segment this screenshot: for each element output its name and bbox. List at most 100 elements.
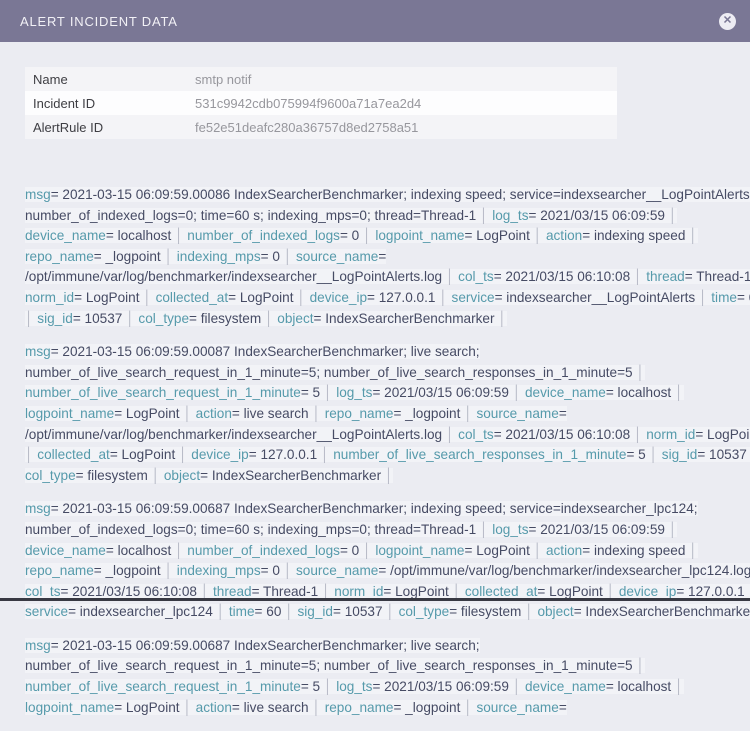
log-separator: │ [281,604,297,619]
log-key: device_name [525,679,606,694]
log-value: = 127.0.0.1 [676,584,744,599]
log-key: logpoint_name [25,406,114,421]
log-separator: │ [161,249,177,264]
log-separator: │ [280,249,296,264]
log-key: log_ts [336,679,372,694]
log-key: logpoint_name [375,228,464,243]
log-value: = 2021/03/15 06:10:08 [61,584,197,599]
log-key: object [277,311,313,326]
log-value: = 5 [626,447,645,462]
log-entries: msg= 2021-03-15 06:09:59.00086 IndexSear… [25,185,750,731]
log-value: = 0 [340,228,359,243]
log-value: = 0 [340,543,359,558]
log-key: repo_name [325,700,394,715]
close-icon: ✕ [723,15,732,26]
log-key: repo_name [25,563,94,578]
row-value: 531c9942cdb075994f9600a71a7ea2d4 [195,96,421,111]
log-value: = IndexSearcherBenchmarker [314,311,495,326]
log-value: = 10537 [333,604,383,619]
table-row: Name smtp notif [25,67,617,91]
log-key: norm_id [25,290,74,305]
log-value: = IndexSearcherBenchmarker [200,468,381,483]
log-key: service [25,604,68,619]
log-separator: │ [435,290,451,305]
log-key: indexing_mps [177,563,261,578]
log-value: = localhost [106,228,171,243]
log-key: number_of_indexed_logs [187,543,340,558]
log-separator: │ [122,311,138,326]
row-value: smtp notif [195,72,251,87]
log-value: = 10537 [697,447,747,462]
log-value: = 0 [261,249,280,264]
log-separator: │ [509,679,525,694]
log-value: = filesystem [76,468,148,483]
log-key: number_of_live_search_request_in_1_minut… [25,679,301,694]
table-row: Incident ID 531c9942cdb075994f9600a71a7e… [25,91,617,115]
log-separator: │ [521,604,537,619]
row-label: Incident ID [25,96,195,111]
log-value: = LogPoint [110,447,175,462]
log-key: number_of_indexed_logs [187,228,340,243]
log-value: = 127.0.0.1 [249,447,317,462]
log-value: = 127.0.0.1 [367,290,435,305]
log-separator: │ [646,447,662,462]
log-separator: │ [745,584,750,599]
log-separator: │ [359,543,375,558]
log-value: = LogPoint [465,543,530,558]
log-key: collected_at [37,447,110,462]
log-value: = [559,700,567,715]
log-value: = _logpoint [94,563,161,578]
log-entry: msg= 2021-03-15 06:09:59.00687 IndexSear… [25,636,750,718]
log-key: device_name [25,543,106,558]
log-value: = 2021/03/15 06:09:59 [372,385,508,400]
log-key: repo_name [25,249,94,264]
log-separator: │ [630,427,646,442]
log-key: source_name [296,563,378,578]
log-separator: │ [317,447,333,462]
log-value: = 0 [261,563,280,578]
log-separator: │ [530,228,546,243]
incident-info-table: Name smtp notif Incident ID 531c9942cdb0… [25,67,617,139]
log-key: device_name [25,228,106,243]
log-value: = LogPoint [228,290,293,305]
log-separator: │ [320,385,336,400]
log-separator: │ [530,543,546,558]
row-label: Name [25,72,195,87]
log-separator: │ [180,700,196,715]
log-key: object [537,604,573,619]
log-value: = LogPoint [537,584,602,599]
log-key: device_ip [619,584,676,599]
close-button[interactable]: ✕ [719,13,736,30]
log-key: col_type [399,604,450,619]
log-separator: │ [197,584,213,599]
log-key: col_ts [458,427,494,442]
log-value: = localhost [106,543,171,558]
log-separator: │ [171,228,187,243]
log-separator: │ [671,385,683,400]
log-key: device_ip [310,290,367,305]
log-value: = 2021/03/15 06:10:08 [494,269,630,284]
log-key: sig_id [37,311,73,326]
log-key: source_name [476,406,558,421]
log-key: msg [25,638,51,653]
log-separator: │ [633,658,645,673]
log-separator: │ [665,522,677,537]
log-key: logpoint_name [375,543,464,558]
log-key: thread [213,584,252,599]
log-separator: │ [476,522,492,537]
log-value: = IndexSearcherBenchmarker [574,604,750,619]
log-value: = indexing speed [582,543,685,558]
log-key: number_of_live_search_responses_in_1_min… [333,447,626,462]
log-separator: │ [633,365,645,380]
dialog-header: ALERT INCIDENT DATA ✕ [0,0,750,42]
log-separator: │ [442,269,458,284]
log-key: indexing_mps [177,249,261,264]
log-key: log_ts [492,522,528,537]
log-key: repo_name [325,406,394,421]
log-separator: │ [280,563,296,578]
log-separator: │ [449,584,465,599]
log-separator: │ [383,604,399,619]
log-value: = indexsearcher_lpc124 [68,604,213,619]
log-value: = Thread-1 [252,584,319,599]
log-separator: │ [309,700,325,715]
